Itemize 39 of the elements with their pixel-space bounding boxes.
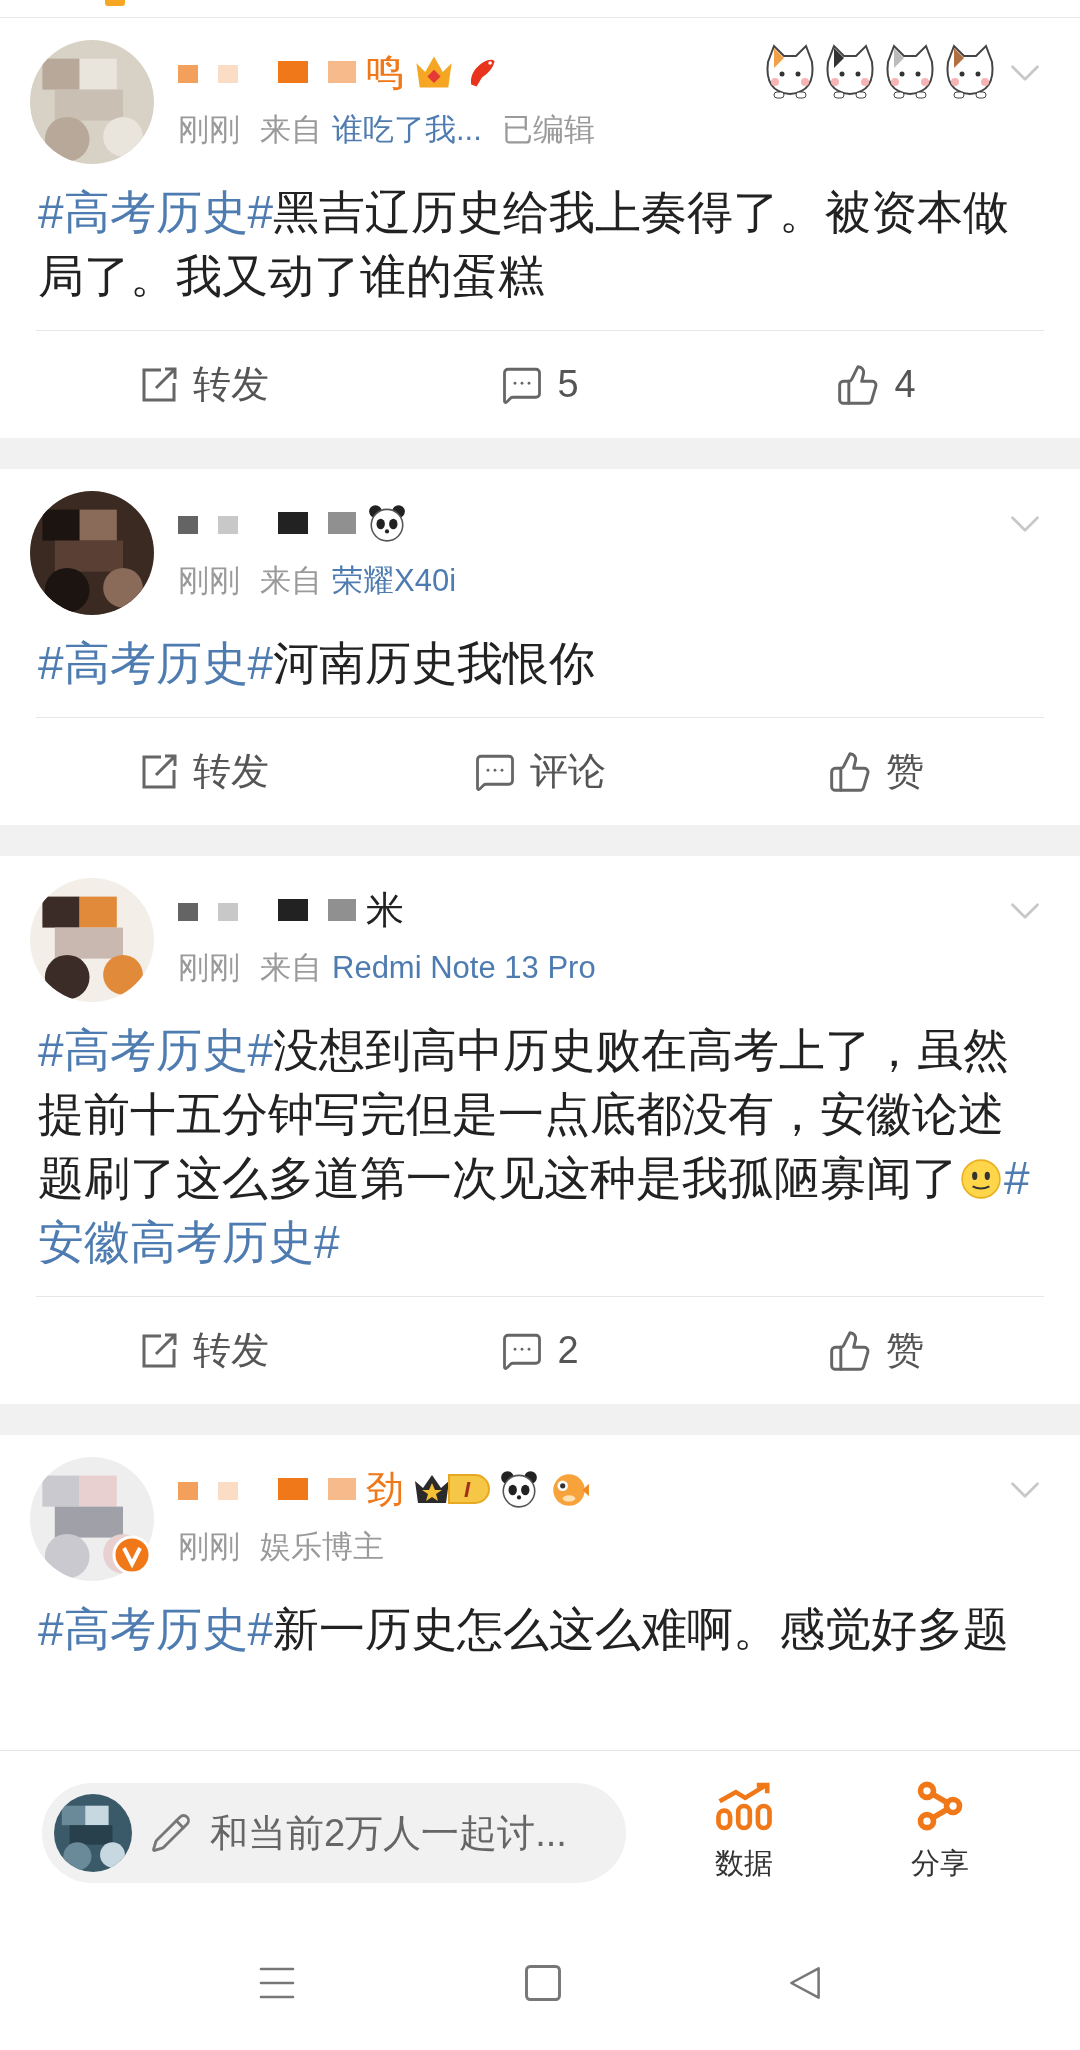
pencil-icon xyxy=(150,1812,192,1854)
like-button[interactable]: 赞 xyxy=(708,718,1044,825)
source-link[interactable]: 谁吃了我... xyxy=(332,106,482,154)
bar-chart-icon xyxy=(715,1780,773,1833)
like-button[interactable]: 赞 xyxy=(708,1297,1044,1404)
repost-button[interactable]: 转发 xyxy=(36,1297,372,1404)
like-button[interactable]: 4 xyxy=(708,331,1044,438)
panda-icon xyxy=(366,502,408,544)
post-meta: 已编辑 xyxy=(501,110,595,149)
thumbs-up-icon xyxy=(828,1328,872,1373)
post-meta: 刚刚 xyxy=(178,948,240,987)
comment-button[interactable]: 5 xyxy=(372,331,708,438)
comment-button[interactable]: 评论 xyxy=(372,718,708,825)
repost-button[interactable]: 转发 xyxy=(36,718,372,825)
post-text: #高考历史#黑吉辽历史给我上奏得了。被资本做局了。我又动了谁的蛋糕 xyxy=(37,185,1011,304)
post-meta: 刚刚 xyxy=(178,110,240,149)
post-text: #高考历史#新一历史怎么这么难啊。感觉好多题 xyxy=(37,1602,1011,1657)
post-meta: 刚刚 xyxy=(178,561,240,600)
smiley-icon xyxy=(960,1158,1002,1200)
vip-badge: I xyxy=(412,1470,491,1508)
post-meta: 来自 xyxy=(260,561,322,600)
repost-button[interactable]: 转发 xyxy=(36,331,372,438)
data-button[interactable]: 数据 xyxy=(715,1780,773,1886)
post-text: #高考历史#河南历史我恨你 xyxy=(37,636,597,691)
username[interactable]: 米 xyxy=(366,881,404,939)
post-text: #高考历史#没想到高中历史败在高考上了，虽然提前十五分钟写完但是一点底都没有，安徽论述题刷了这么多道第一次见这种是我孤陋寡闻了 #安徽高考历史# xyxy=(37,1023,1031,1270)
verified-badge-icon xyxy=(112,1535,152,1575)
share-button[interactable]: 分享 xyxy=(911,1780,969,1886)
thumbs-up-icon xyxy=(828,749,872,794)
comment-button[interactable]: 2 xyxy=(372,1297,708,1404)
post-meta: 来自 xyxy=(260,948,322,987)
source-link[interactable]: Redmi Note 13 Pro xyxy=(332,944,596,992)
source-link[interactable]: 荣耀X40i xyxy=(332,557,457,605)
tab-indicator xyxy=(105,0,125,6)
comment-placeholder: 和当前2万人一起讨... xyxy=(210,1810,567,1856)
post-meta: 刚刚 xyxy=(178,1527,240,1566)
post-meta: 娱乐博主 xyxy=(260,1527,384,1566)
post-meta: 来自 xyxy=(260,110,322,149)
comment-input[interactable]: 和当前2万人一起讨... xyxy=(42,1783,626,1883)
